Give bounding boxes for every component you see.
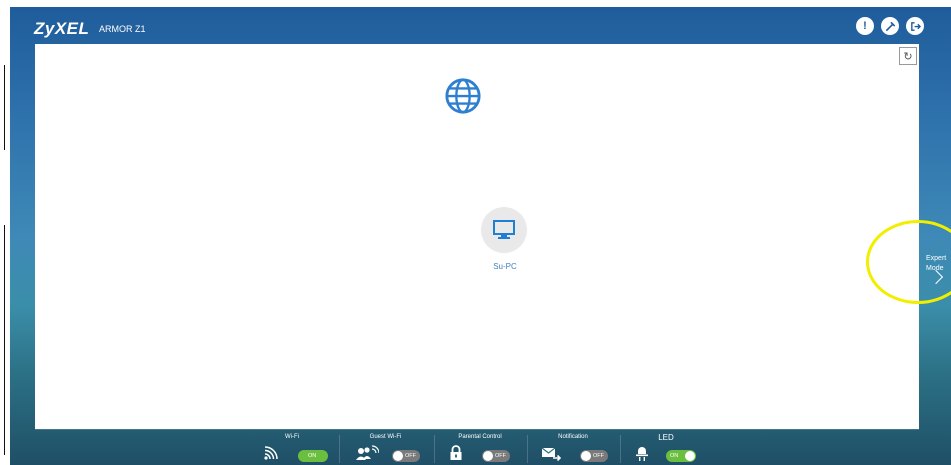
guest-wifi-group: Guest Wi-Fi OFF	[339, 429, 432, 465]
edge-line	[4, 65, 5, 150]
led-toggle[interactable]: ON	[666, 450, 696, 462]
wifi-label: Wi-Fi	[285, 434, 299, 440]
guest-users-icon	[356, 445, 379, 460]
toggle-knob	[581, 451, 591, 461]
monitor-icon	[493, 220, 515, 239]
parental-control-toggle[interactable]: OFF	[482, 450, 510, 462]
mail-forward-icon	[541, 447, 561, 461]
globe-icon[interactable]	[444, 77, 482, 115]
parental-control-state: OFF	[495, 453, 506, 459]
device-node[interactable]	[481, 207, 527, 253]
wifi-state: ON	[308, 453, 317, 459]
notification-state: OFF	[593, 453, 604, 459]
wifi-icon	[264, 446, 278, 460]
toggle-knob	[483, 451, 493, 461]
parental-control-group: Parental Control OFF	[434, 429, 526, 465]
guest-wifi-state: OFF	[405, 453, 416, 459]
header-actions: !	[856, 17, 924, 35]
edge-line	[4, 225, 5, 455]
toggle-knob	[393, 451, 403, 461]
top-bar: ZyXEL ARMOR Z1 !	[10, 7, 951, 47]
led-group: LED ON	[620, 429, 712, 465]
quick-settings-bar: Wi-Fi ON Guest Wi-Fi OFF Parental Contro…	[10, 429, 951, 465]
led-label: LED	[658, 433, 674, 442]
device-name[interactable]: Su-PC	[455, 262, 555, 271]
led-icon	[636, 447, 648, 461]
guest-wifi-toggle[interactable]: OFF	[392, 450, 420, 462]
notification-group: Notification OFF	[527, 429, 619, 465]
wifi-group: Wi-Fi ON	[247, 429, 337, 465]
notification-label: Notification	[558, 434, 588, 440]
guest-wifi-label: Guest Wi-Fi	[369, 434, 402, 440]
parental-control-label: Parental Control	[458, 434, 502, 440]
left-edge	[0, 0, 10, 465]
router-dashboard: ZyXEL ARMOR Z1 ! ↻ Su-PC Expert Mode Wi-…	[10, 7, 951, 465]
alert-icon[interactable]: !	[856, 17, 874, 35]
wifi-toggle[interactable]: ON	[298, 450, 328, 462]
notification-toggle[interactable]: OFF	[580, 450, 608, 462]
logout-icon[interactable]	[906, 17, 924, 35]
brand-logo: ZyXEL	[34, 19, 90, 38]
lock-icon	[450, 445, 462, 460]
network-map: ↻ Su-PC	[35, 44, 919, 429]
tools-icon[interactable]	[881, 17, 899, 35]
led-state: ON	[670, 453, 679, 459]
toggle-knob	[685, 451, 695, 461]
refresh-icon[interactable]: ↻	[899, 47, 917, 65]
model-name: ARMOR Z1	[99, 24, 146, 34]
